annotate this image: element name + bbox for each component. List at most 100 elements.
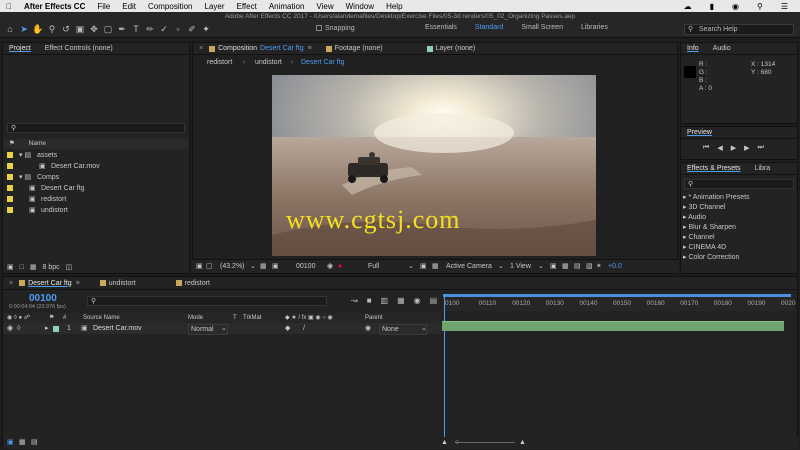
new-comp-icon[interactable]: ▦ [30, 262, 37, 274]
tab-footage[interactable]: Footage (none) [335, 45, 383, 52]
exposure-value[interactable]: +0.0 [608, 260, 622, 274]
menu-file[interactable]: File [91, 2, 116, 11]
tab-effect-controls[interactable]: Effect Controls (none) [45, 45, 113, 52]
workspace-essentials[interactable]: Essentials [416, 24, 466, 31]
bpc-label[interactable]: 8 bpc [42, 262, 59, 274]
menu-effect[interactable]: Effect [231, 2, 263, 11]
tab-info[interactable]: Info [687, 45, 699, 52]
reset-exposure-icon[interactable]: ✴ [596, 260, 602, 274]
creative-cloud-icon[interactable]: ☁ [678, 2, 698, 11]
modes-icon[interactable]: ▦ [19, 437, 26, 449]
breadcrumb-redistort[interactable]: redistort [207, 57, 232, 68]
layer-row[interactable]: ◉ ◊ ▸ 1 ▣ Desert Car.mov Normal ⌄ ◆ / ◉ … [3, 323, 441, 335]
home-icon[interactable]: ⌂ [4, 23, 16, 35]
effects-category[interactable]: ▸ * Animation Presets [683, 193, 795, 203]
zoom-slider-handle[interactable]: ○ [455, 437, 459, 449]
timeline-search-input[interactable]: ⚲ [87, 296, 327, 306]
frame-blending-icon[interactable]: ▦ [397, 296, 405, 305]
menu-layer[interactable]: Layer [199, 2, 231, 11]
column-name[interactable]: Name [17, 140, 46, 147]
region-of-interest-icon[interactable]: ▣ [420, 260, 427, 274]
effects-category[interactable]: ▸ Channel [683, 233, 795, 243]
selection-tool-icon[interactable]: ➤ [18, 23, 30, 35]
project-item[interactable]: ▣ Desert Car.mov [3, 161, 189, 172]
project-item[interactable]: ▣ redistort [3, 194, 189, 205]
project-item[interactable]: ▣ Desert Car ftg [3, 183, 189, 194]
new-folder-icon[interactable]: □ [20, 262, 24, 274]
column-t[interactable]: T [233, 313, 237, 323]
column-mode[interactable]: Mode [188, 313, 203, 323]
shy-layers-icon[interactable]: ▥ [381, 296, 389, 305]
color-channel-icon[interactable]: ● [338, 260, 342, 274]
effects-category[interactable]: ▸ Blur & Sharpen [683, 223, 795, 233]
menu-animation[interactable]: Animation [263, 2, 311, 11]
tab-composition-name[interactable]: Desert Car ftg [257, 45, 304, 52]
camera-tool-icon[interactable]: ▣ [74, 23, 86, 35]
fast-previews-icon[interactable]: ▦ [562, 260, 569, 274]
pan-behind-tool-icon[interactable]: ✥ [88, 23, 100, 35]
breadcrumb-desert-car-ftg[interactable]: Desert Car ftg [301, 57, 345, 68]
pen-tool-icon[interactable]: ✒ [116, 23, 128, 35]
timeline-current-time[interactable]: 00100 [29, 293, 57, 304]
label-color-swatch[interactable] [7, 185, 13, 191]
layer-switches-icon[interactable]: ▣ [7, 437, 14, 449]
snapping-toggle[interactable]: Snapping [316, 25, 355, 32]
project-item[interactable]: ▣ undistort [3, 205, 189, 216]
always-preview-icon[interactable]: ▣ [196, 260, 203, 274]
current-time-display[interactable]: 00100 [296, 260, 315, 274]
app-name-menu[interactable]: After Effects CC [18, 2, 91, 11]
menu-window[interactable]: Window [340, 2, 380, 11]
search-help-input[interactable]: ⚲ Search Help [684, 24, 794, 35]
rectangle-tool-icon[interactable]: ▢ [102, 23, 114, 35]
label-color-swatch[interactable] [7, 163, 13, 169]
battery-icon[interactable]: ▮ [704, 2, 720, 11]
timeline-icon[interactable]: ▤ [574, 260, 581, 274]
tab-timeline-redistort[interactable]: redistort [185, 280, 210, 287]
label-column-icon[interactable]: ⚑ [3, 140, 15, 147]
effects-category[interactable]: ▸ Color Correction [683, 253, 795, 263]
column-trkmat[interactable]: TrkMat [243, 313, 261, 323]
layer-duration-bar[interactable] [442, 321, 784, 331]
zoom-dropdown[interactable]: (43.2%) [220, 260, 245, 274]
previous-frame-icon[interactable]: ◀ [717, 144, 722, 152]
interpret-footage-icon[interactable]: ▣ [7, 262, 14, 274]
toggle-pixel-aspect-icon[interactable]: ▣ [550, 260, 557, 274]
workspace-small-screen[interactable]: Small Screen [512, 24, 572, 31]
tab-layer[interactable]: Layer (none) [436, 45, 476, 52]
effects-category[interactable]: ▸ Audio [683, 213, 795, 223]
menu-help[interactable]: Help [380, 2, 408, 11]
type-tool-icon[interactable]: T [130, 23, 142, 35]
pickwhip-icon[interactable]: ◉ [365, 323, 371, 334]
rotate-tool-icon[interactable]: ↺ [60, 23, 72, 35]
chevron-down-icon[interactable]: ⌄ [498, 260, 504, 274]
last-frame-icon[interactable]: ⏭ [757, 144, 763, 152]
menu-view[interactable]: View [310, 2, 339, 11]
puppet-tool-icon[interactable]: ✦ [200, 23, 212, 35]
wifi-icon[interactable]: ◉ [726, 2, 745, 11]
graph-editor-icon[interactable]: ▤ [430, 296, 438, 305]
view-layout-dropdown[interactable]: 1 View [510, 260, 531, 274]
eraser-tool-icon[interactable]: ▫ [172, 23, 184, 35]
brush-tool-icon[interactable]: ✏ [144, 23, 156, 35]
motion-blur-icon[interactable]: ◉ [414, 296, 421, 305]
snapping-checkbox[interactable] [316, 25, 322, 32]
menu-composition[interactable]: Composition [142, 2, 198, 11]
region-icon[interactable]: ▣ [272, 260, 279, 274]
grid-icon[interactable]: ▦ [260, 260, 267, 274]
workspace-standard[interactable]: Standard [466, 24, 512, 31]
draft-3d-icon[interactable]: ■ [367, 296, 372, 305]
zoom-out-icon[interactable]: ▲ [441, 437, 448, 449]
parent-dropdown[interactable]: None [379, 324, 427, 335]
menu-edit[interactable]: Edit [116, 2, 142, 11]
effects-presets-title[interactable]: Effects & Presets [687, 165, 741, 172]
zoom-tool-icon[interactable]: ⚲ [46, 23, 58, 35]
roto-brush-tool-icon[interactable]: ✐ [186, 23, 198, 35]
label-color-swatch[interactable] [7, 196, 13, 202]
next-frame-icon[interactable]: ▶ [744, 144, 749, 152]
zoom-in-icon[interactable]: ▲ [519, 437, 526, 449]
close-icon[interactable]: × [9, 280, 13, 287]
layer-label-color[interactable] [53, 326, 59, 332]
layer-name[interactable]: Desert Car.mov [93, 323, 142, 334]
zoom-slider[interactable] [455, 442, 515, 443]
playhead[interactable] [444, 295, 445, 449]
